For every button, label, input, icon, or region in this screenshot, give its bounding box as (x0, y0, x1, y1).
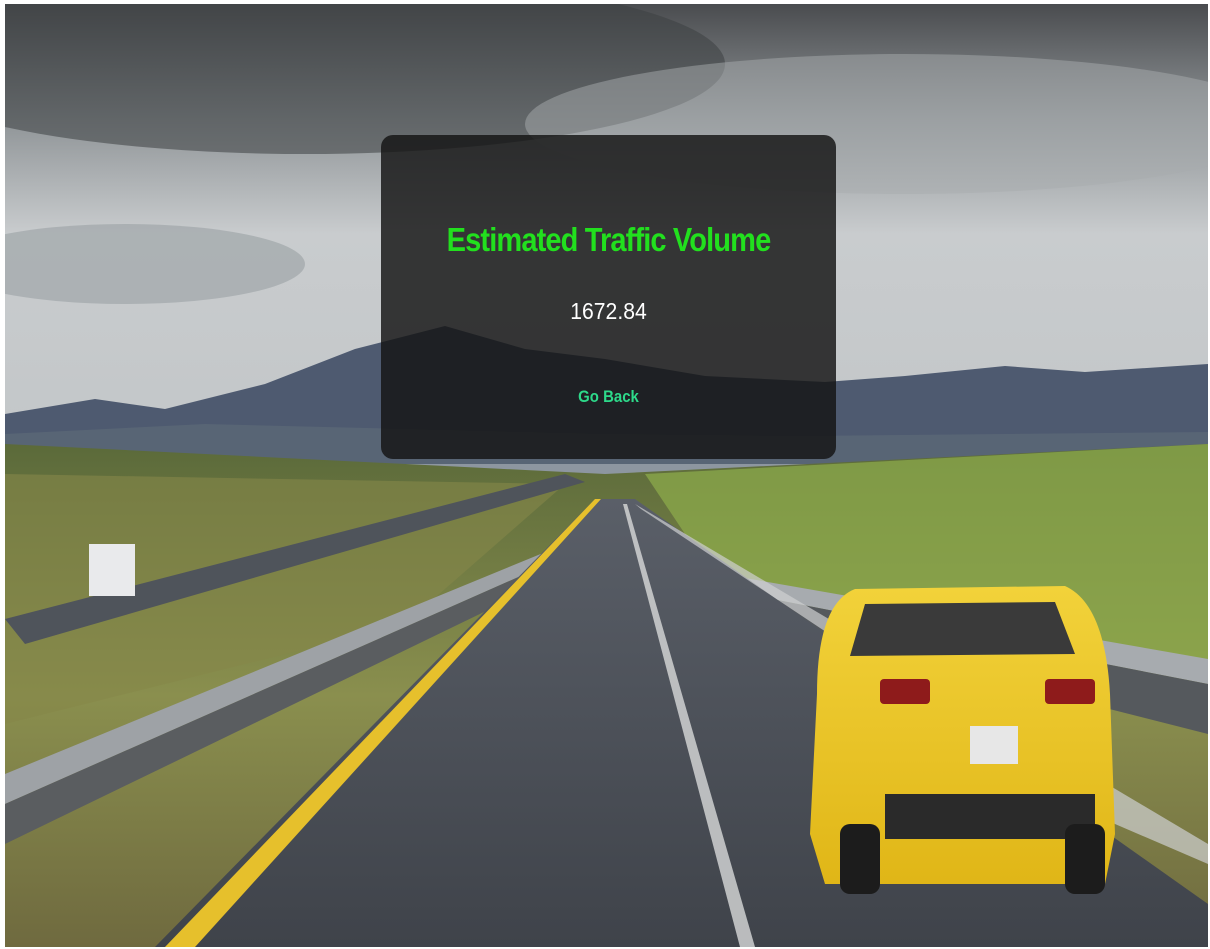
page-viewport: Estimated Traffic Volume 1672.84 Go Back (5, 4, 1208, 947)
result-title: Estimated Traffic Volume (446, 221, 772, 258)
result-card: Estimated Traffic Volume 1672.84 Go Back (381, 135, 836, 459)
traffic-volume-value: 1672.84 (570, 298, 647, 324)
go-back-link[interactable]: Go Back (408, 387, 808, 407)
